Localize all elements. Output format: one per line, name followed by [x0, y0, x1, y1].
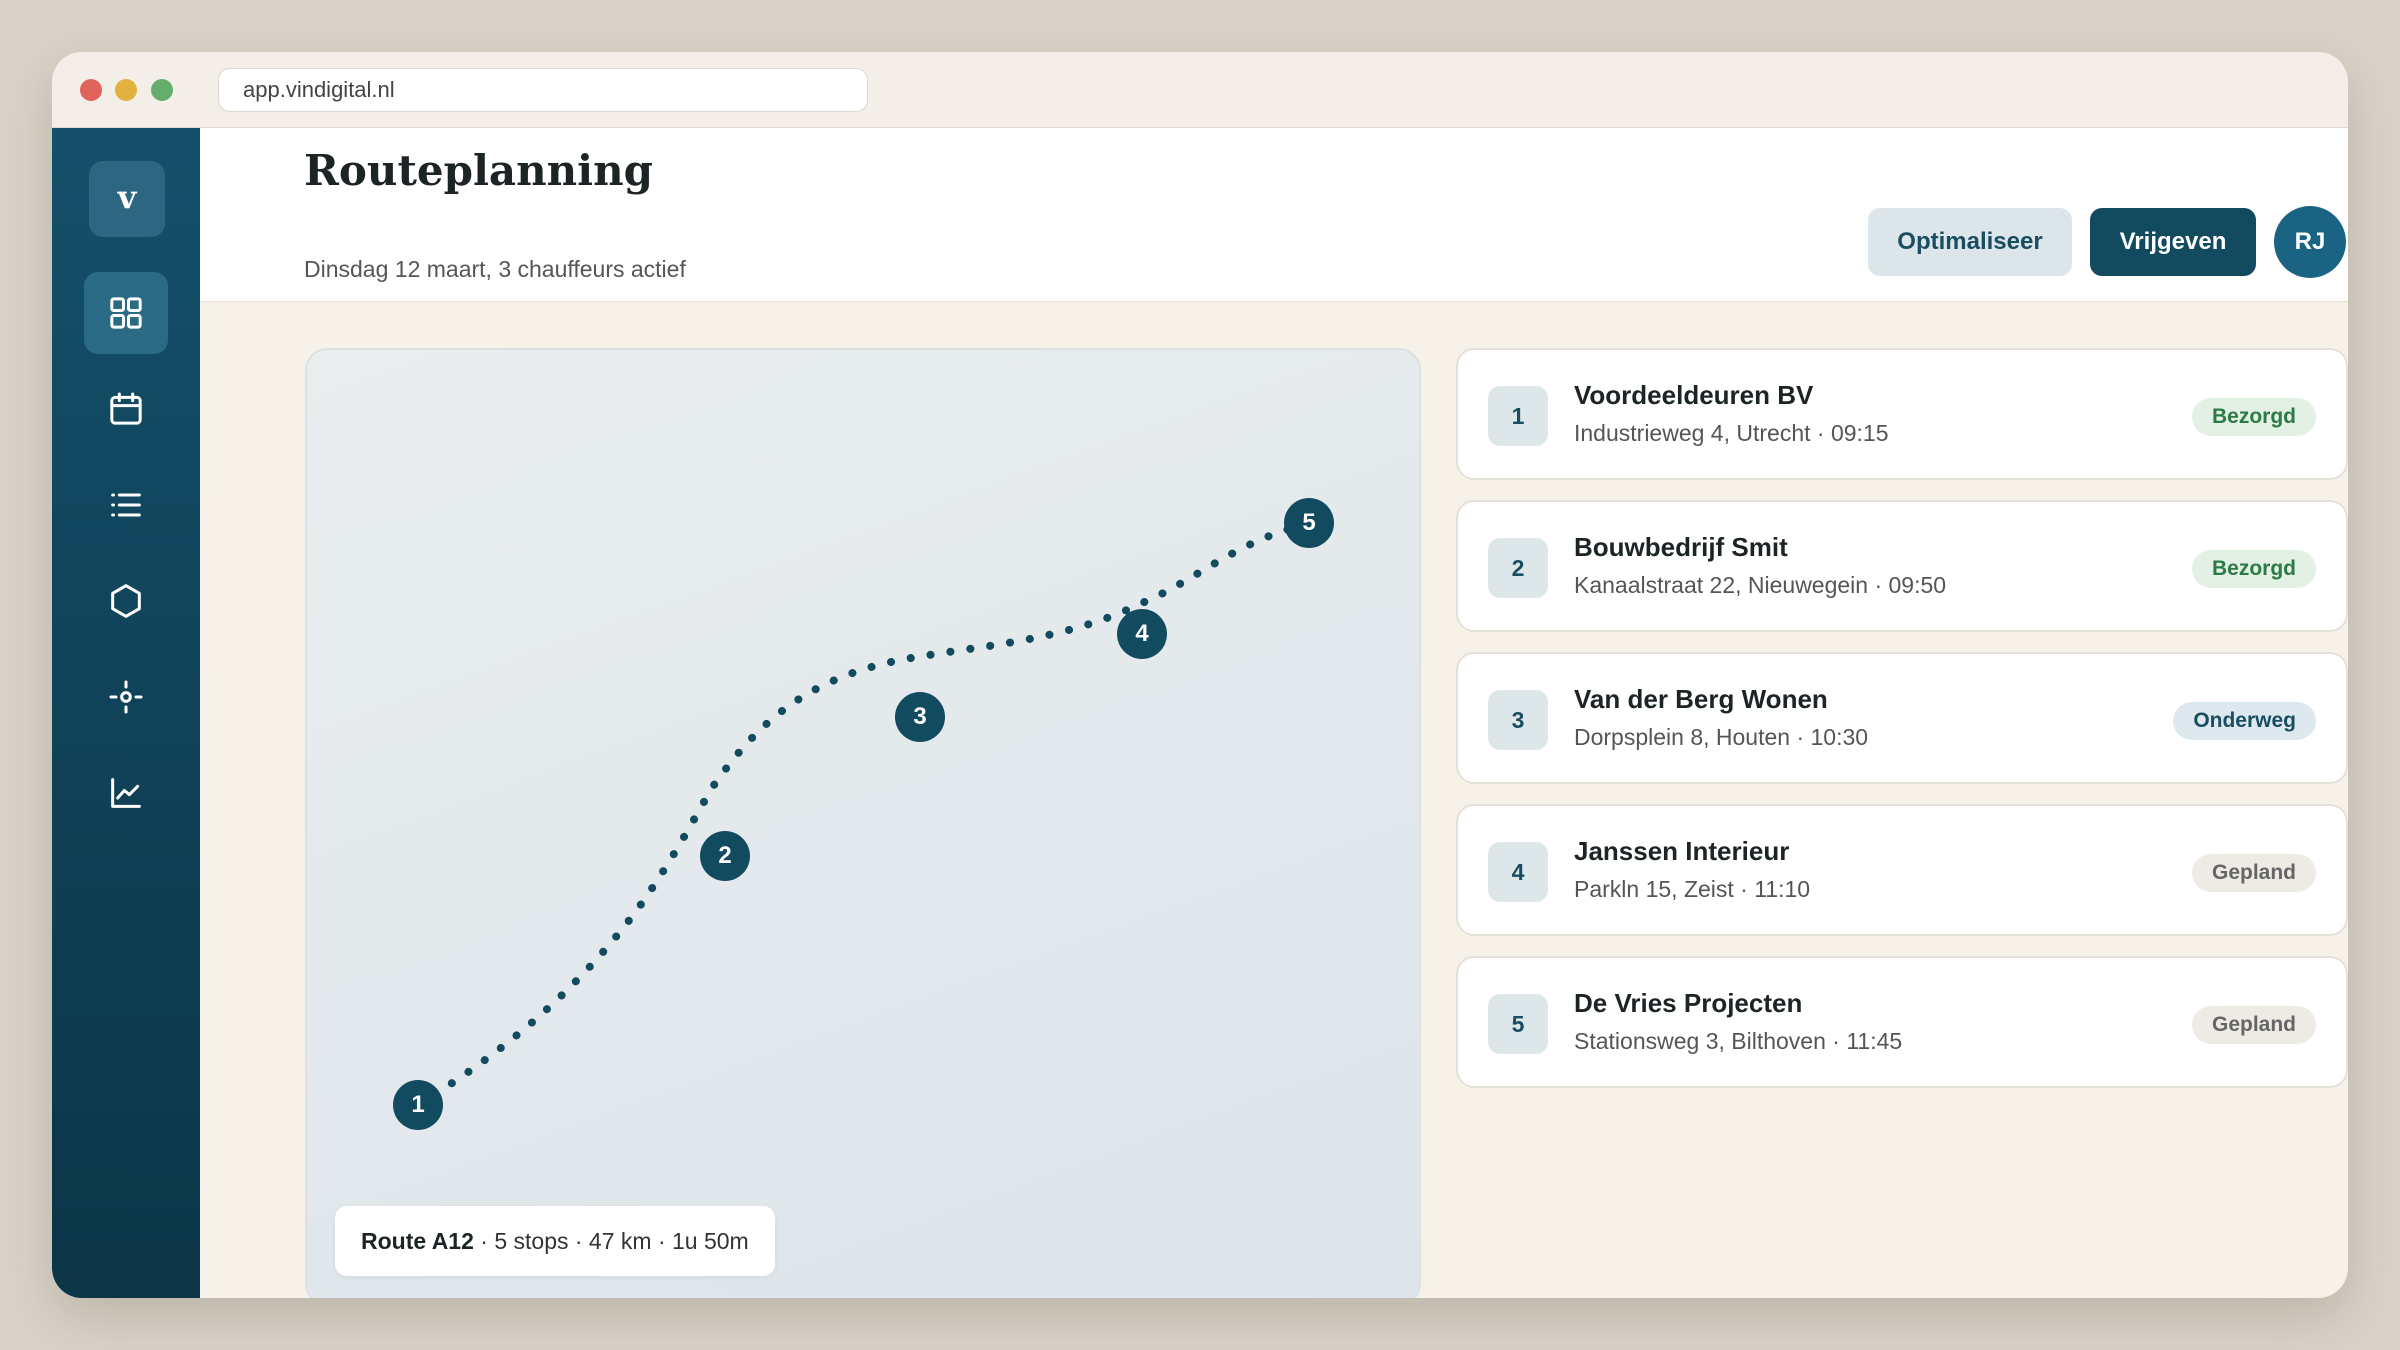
map-marker-2[interactable]: 2 [700, 831, 750, 881]
route-summary: Route A12 · 5 stops · 47 km · 1u 50m [335, 1206, 775, 1276]
stop-name: Voordeeldeuren BV [1574, 380, 1814, 410]
sidebar-item-packages[interactable] [84, 560, 168, 642]
sidebar-item-dashboard[interactable] [84, 272, 168, 354]
stop-name: De Vries Projecten [1574, 988, 1803, 1018]
sidebar-item-reports[interactable] [84, 752, 168, 834]
page-subtitle: Dinsdag 12 maart, 3 chauffeurs actief [304, 256, 686, 282]
status-badge: Onderweg [2173, 702, 2316, 740]
line-chart-icon [111, 778, 141, 808]
route-path [414, 519, 1315, 1109]
minimize-window-button[interactable] [115, 79, 137, 101]
sidebar: v [52, 128, 200, 1298]
sidebar-item-locations[interactable] [84, 656, 168, 738]
page-header: Routeplanning Dinsdag 12 maart, 3 chauff… [200, 128, 2348, 302]
stop-number: 3 [1488, 690, 1548, 750]
user-avatar[interactable]: RJ [2274, 206, 2346, 278]
stop-number: 1 [1488, 386, 1548, 446]
stop-name: Janssen Interieur [1574, 836, 1790, 866]
status-badge: Gepland [2191, 1006, 2316, 1044]
stop-name: Bouwbedrijf Smit [1574, 532, 1788, 562]
stop-card-4[interactable]: 4 Janssen Interieur Parkln 15, Zeist · 1… [1456, 804, 2348, 936]
dashboard-grid-icon [110, 297, 142, 329]
stop-name: Van der Berg Wonen [1574, 684, 1828, 714]
stop-address-time: Stationsweg 3, Bilthoven · 11:45 [1574, 1028, 1903, 1054]
stop-card-3[interactable]: 3 Van der Berg Wonen Dorpsplein 8, Houte… [1456, 652, 2348, 784]
hexagon-icon [111, 584, 141, 618]
stop-card-2[interactable]: 2 Bouwbedrijf Smit Kanaalstraat 22, Nieu… [1456, 500, 2348, 632]
stop-card-5[interactable]: 5 De Vries Projecten Stationsweg 3, Bilt… [1456, 956, 2348, 1088]
stop-number: 4 [1488, 842, 1548, 902]
map-marker-4[interactable]: 4 [1117, 609, 1167, 659]
release-button[interactable]: Vrijgeven [2090, 208, 2256, 276]
route-map[interactable]: 1 2 3 4 5 Route A12 · 5 stops · 47 km · … [305, 348, 1421, 1298]
map-marker-1[interactable]: 1 [393, 1080, 443, 1130]
app-window: app.vindigital.nl v Routeplanning Dinsda… [52, 52, 2348, 1298]
status-badge: Bezorgd [2192, 550, 2316, 588]
sidebar-item-calendar[interactable] [84, 368, 168, 450]
sidebar-item-list[interactable] [84, 464, 168, 546]
stop-card-1[interactable]: 1 Voordeeldeuren BV Industrieweg 4, Utre… [1456, 348, 2348, 480]
address-bar[interactable]: app.vindigital.nl [218, 68, 868, 112]
app-logo[interactable]: v [89, 161, 165, 237]
close-window-button[interactable] [80, 79, 102, 101]
status-badge: Gepland [2191, 854, 2316, 892]
browser-titlebar: app.vindigital.nl [52, 52, 2348, 128]
stop-address-time: Parkln 15, Zeist · 11:10 [1574, 876, 1811, 902]
status-badge: Bezorgd [2192, 398, 2316, 436]
stop-address-time: Dorpsplein 8, Houten · 10:30 [1574, 724, 1869, 750]
stop-number: 2 [1488, 538, 1548, 598]
route-details: · 5 stops · 47 km · 1u 50m [473, 1228, 749, 1254]
stop-address-time: Industrieweg 4, Utrecht · 09:15 [1574, 420, 1889, 446]
stop-number: 5 [1488, 994, 1548, 1054]
maximize-window-button[interactable] [151, 79, 173, 101]
list-icon [111, 493, 141, 517]
location-target-icon [109, 680, 143, 714]
calendar-icon [110, 392, 142, 425]
optimize-button[interactable]: Optimaliseer [1868, 208, 2072, 276]
page-title: Routeplanning [304, 146, 654, 195]
map-marker-3[interactable]: 3 [895, 692, 945, 742]
map-marker-5[interactable]: 5 [1284, 498, 1334, 548]
stop-address-time: Kanaalstraat 22, Nieuwegein · 09:50 [1574, 572, 1947, 598]
route-name: Route A12 [361, 1228, 474, 1254]
